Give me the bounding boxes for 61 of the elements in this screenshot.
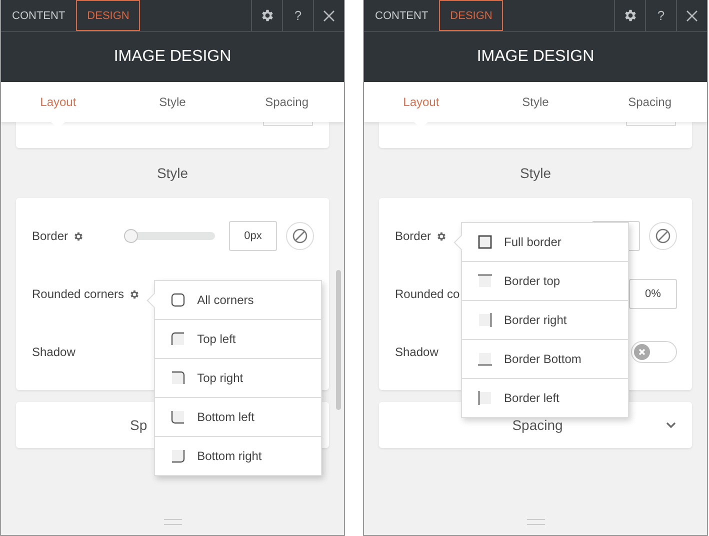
prohibited-icon	[655, 228, 671, 244]
toggle-switch[interactable]	[631, 341, 677, 363]
menu-item[interactable]: Border left	[462, 378, 628, 417]
help-button[interactable]: ?	[645, 0, 676, 31]
menu-item[interactable]: Bottom right	[155, 436, 322, 475]
menu-item[interactable]: Bottom left	[155, 397, 322, 436]
border-bottom-icon	[478, 352, 492, 366]
corner-all-icon	[171, 293, 186, 307]
corner-bottom-right-icon	[171, 449, 186, 463]
sub-tab[interactable]: Spacing	[592, 82, 707, 122]
menu-item[interactable]: Top right	[155, 358, 322, 397]
row-label: Shadow	[32, 345, 76, 359]
settings-icon	[260, 8, 274, 23]
corner-top-right-icon	[171, 371, 186, 385]
input-field[interactable]	[592, 221, 640, 251]
input-field[interactable]: 0px	[229, 221, 277, 251]
input-field[interactable]: 0%	[629, 279, 677, 309]
mode-tab[interactable]: DESIGN	[439, 0, 504, 31]
clear-button[interactable]	[649, 222, 677, 250]
input-field[interactable]	[263, 122, 313, 126]
resize-handle[interactable]	[164, 519, 182, 525]
menu-item[interactable]: Border top	[462, 261, 628, 300]
mode-tab[interactable]: DESIGN	[76, 0, 140, 31]
settings-icon	[622, 8, 638, 23]
close-icon	[323, 10, 335, 22]
close-icon	[686, 10, 698, 22]
menu-item[interactable]: Full border	[462, 223, 628, 261]
slider-handle[interactable]	[124, 229, 138, 243]
border-top-icon	[478, 274, 492, 288]
section-title: Style	[518, 164, 552, 183]
menu-item[interactable]: Border right	[462, 300, 628, 339]
panel-title: IMAGE DESIGN	[364, 32, 707, 82]
sub-tab[interactable]: Style	[478, 82, 593, 122]
border-right-icon	[478, 313, 492, 327]
menu-item[interactable]: All corners	[155, 281, 322, 319]
row-label: Shadow	[395, 345, 438, 359]
spacing-label: Sp	[130, 417, 148, 433]
prohibited-icon	[292, 228, 308, 244]
row-label: Border	[395, 229, 432, 243]
border-left-icon	[478, 391, 492, 405]
border-full-icon	[478, 235, 492, 249]
help-button[interactable]: ?	[282, 0, 313, 31]
menu-item[interactable]: Border Bottom	[462, 339, 628, 378]
corner-top-left-icon	[171, 332, 186, 346]
spacing-label: Spacing	[512, 417, 563, 433]
mode-tab[interactable]: CONTENT	[364, 0, 440, 31]
row-label: Rounded co	[395, 287, 460, 301]
row-label: Rounded corners	[32, 287, 124, 301]
section-title: Style	[156, 164, 190, 183]
clear-button[interactable]	[286, 222, 314, 250]
panel-title: IMAGE DESIGN	[1, 32, 344, 82]
menu-item[interactable]: Top left	[155, 319, 322, 358]
mode-tab[interactable]: CONTENT	[1, 0, 76, 31]
row-label: Border	[32, 229, 68, 243]
x-icon	[638, 348, 646, 356]
corner-bottom-left-icon	[171, 410, 186, 424]
scrollbar[interactable]	[336, 270, 341, 410]
input-field[interactable]	[626, 122, 676, 126]
resize-handle[interactable]	[526, 519, 544, 525]
sub-tab[interactable]: Spacing	[230, 82, 344, 122]
sub-tab[interactable]: Style	[115, 82, 230, 122]
